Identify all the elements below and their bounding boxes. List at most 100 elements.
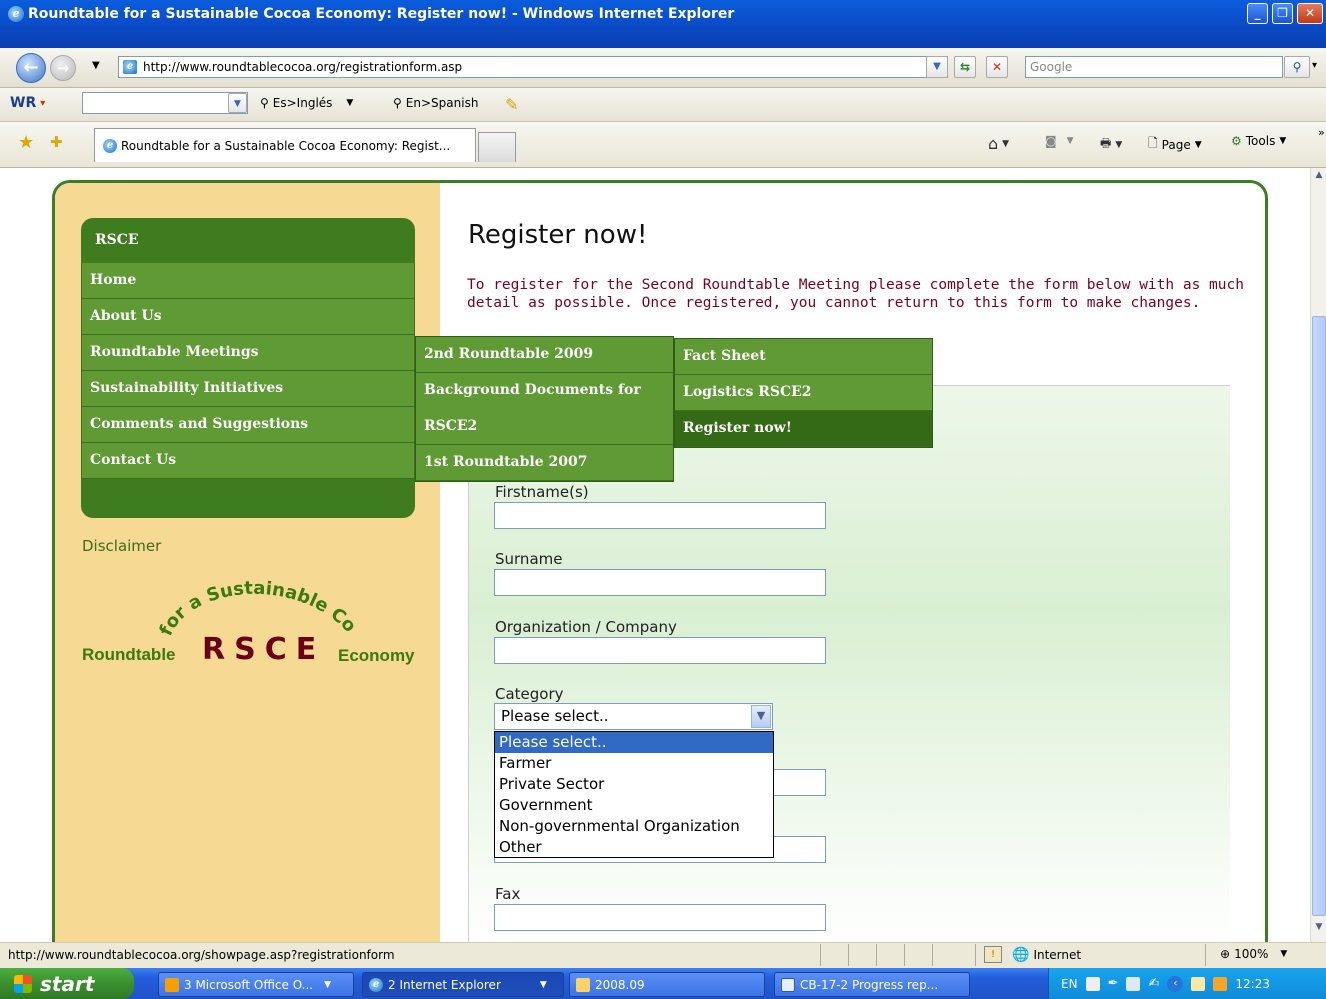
sidebar-item-about[interactable]: About Us	[81, 299, 415, 335]
organization-label: Organization / Company	[495, 618, 677, 636]
pen-icon[interactable]: ✒	[1108, 976, 1119, 991]
taskbar-button-office[interactable]: 3 Microsoft Office O... ▼	[158, 972, 354, 997]
start-button[interactable]: start	[0, 968, 134, 999]
status-divider	[1205, 944, 1206, 966]
page-icon: 🗋	[1148, 136, 1158, 150]
category-option[interactable]: Private Sector	[495, 774, 773, 795]
page-menu[interactable]: 🗋 Page ▼	[1148, 134, 1202, 155]
wr-menu[interactable]: WR ▾	[10, 95, 45, 111]
tablet-icon[interactable]	[1126, 976, 1141, 991]
es-ingles-label: Es>Inglés	[272, 96, 333, 110]
search-input[interactable]: Google	[1025, 56, 1283, 78]
category-option[interactable]: Other	[495, 837, 773, 858]
tab-active[interactable]: e Roundtable for a Sustainable Cocoa Eco…	[94, 128, 476, 162]
gear-icon: ⚙	[1231, 134, 1242, 148]
submenu-item-fact-sheet[interactable]: Fact Sheet	[675, 339, 932, 375]
submenu-item-background-docs[interactable]: Background Documents for	[416, 373, 673, 409]
taskbar-button-ie[interactable]: e 2 Internet Explorer ▼	[362, 972, 564, 997]
sidebar-item-comments[interactable]: Comments and Suggestions	[81, 407, 415, 443]
category-option[interactable]: Please select..	[495, 732, 773, 753]
maximize-button[interactable]: ❐	[1272, 3, 1293, 24]
print-button[interactable]: 🖶 ▼	[1100, 134, 1122, 155]
search-icon[interactable]: ⚲	[1284, 56, 1310, 78]
category-select[interactable]: Please select..	[494, 703, 773, 730]
wr-logo: WR	[10, 95, 37, 111]
category-option[interactable]: Non-governmental Organization	[495, 816, 773, 837]
vertical-scrollbar[interactable]: ▲ ▼	[1310, 168, 1326, 942]
organization-input[interactable]	[494, 637, 826, 664]
tools-menu[interactable]: ⚙ Tools ▼	[1231, 134, 1286, 148]
sidebar-item-contact[interactable]: Contact Us	[81, 443, 415, 479]
status-url: http://www.roundtablecocoa.org/showpage.…	[8, 948, 395, 962]
logo-rsce: RSCE	[202, 632, 326, 667]
submenu-item-rsce2[interactable]: RSCE2	[416, 409, 673, 445]
refresh-icon[interactable]: ⇆	[954, 56, 976, 78]
office-icon	[165, 977, 179, 992]
scroll-up-icon[interactable]: ▲	[1312, 170, 1326, 184]
language-indicator[interactable]: EN	[1061, 977, 1078, 991]
logo-arc-text: for a Sustainable Cocoa	[80, 565, 360, 639]
rss-icon: ◙	[1045, 134, 1057, 148]
word-icon	[781, 977, 795, 992]
category-option[interactable]: Government	[495, 795, 773, 816]
en-spanish-button[interactable]: ⚲ En>Spanish	[393, 96, 478, 110]
globe-icon: 🌐	[1012, 947, 1030, 963]
highlighter-icon[interactable]: ✎	[505, 95, 518, 114]
wr-combo-dropdown-icon[interactable]: ▼	[228, 93, 247, 113]
favorites-star-icon[interactable]: ★	[18, 132, 34, 153]
new-tab-button[interactable]	[478, 132, 516, 162]
submenu-item-1st-roundtable[interactable]: 1st Roundtable 2007	[416, 445, 673, 481]
firstname-input[interactable]	[494, 502, 826, 529]
taskbar-button-folder[interactable]: 2008.09	[569, 972, 765, 997]
title-bar: e Roundtable for a Sustainable Cocoa Eco…	[0, 0, 1326, 48]
taskbar-button-word[interactable]: CB-17-2 Progress rep...	[774, 972, 970, 997]
back-button[interactable]: ←	[16, 53, 46, 83]
page-icon: e	[123, 60, 137, 74]
wr-combo-input[interactable]	[82, 92, 248, 114]
sidebar-item-home[interactable]: Home	[81, 263, 415, 299]
disclaimer-link[interactable]: Disclaimer	[82, 537, 161, 555]
submenu-item-register[interactable]: Register now!	[675, 411, 932, 447]
chevron-down-icon[interactable]: ▼	[751, 705, 771, 728]
history-dropdown-icon[interactable]: ▼	[92, 60, 100, 71]
submenu-2nd-roundtable: Fact Sheet Logistics RSCE2 Register now!	[674, 338, 933, 448]
address-dropdown-icon[interactable]: ▼	[926, 56, 948, 78]
forward-button[interactable]: →	[50, 55, 76, 81]
chevron-left-icon[interactable]: ‹	[1167, 975, 1184, 992]
scrollbar-thumb[interactable]	[1312, 316, 1326, 916]
add-favorites-icon[interactable]: ✚	[50, 133, 63, 151]
menu-title: RSCE	[95, 232, 139, 248]
scroll-down-icon[interactable]: ▼	[1312, 922, 1326, 936]
submenu-item-2nd-roundtable[interactable]: 2nd Roundtable 2009	[416, 337, 673, 373]
writing-icon[interactable]: ✍	[1148, 976, 1159, 991]
zone-label: Internet	[1033, 948, 1082, 962]
fax-label: Fax	[495, 885, 521, 903]
mail-icon[interactable]	[1191, 976, 1206, 991]
es-ingles-button[interactable]: ⚲ Es>Inglés ▼	[260, 96, 353, 110]
address-bar[interactable]: e http://www.roundtablecocoa.org/registr…	[118, 56, 948, 78]
category-dropdown-list: Please select.. Farmer Private Sector Go…	[494, 731, 774, 858]
windows-flag-icon	[14, 974, 32, 993]
page-menu-label: Page	[1161, 137, 1191, 152]
popup-blocker-icon[interactable]: !	[984, 946, 1002, 963]
keyboard-icon[interactable]	[1085, 976, 1100, 991]
chevron-icon[interactable]: »	[1318, 126, 1325, 139]
close-window-button[interactable]: ✕	[1297, 3, 1323, 24]
zoom-control[interactable]: ⊕ 100% ▼	[1220, 947, 1287, 961]
category-label: Category	[495, 685, 564, 703]
stop-icon[interactable]: ✕	[986, 56, 1008, 78]
feeds-button[interactable]: ◙ ▼	[1045, 134, 1074, 148]
surname-input[interactable]	[494, 569, 826, 596]
intro-line-2: detail as possible. Once registered, you…	[467, 295, 1201, 311]
calendar-icon[interactable]	[1213, 976, 1228, 991]
minimize-button[interactable]: _	[1247, 3, 1268, 24]
sidebar-item-initiatives[interactable]: Sustainability Initiatives	[81, 371, 415, 407]
zoom-icon: ⊕	[1220, 947, 1231, 961]
category-option[interactable]: Farmer	[495, 753, 773, 774]
page-title: Register now!	[468, 220, 648, 250]
fax-input[interactable]	[494, 904, 826, 931]
home-button[interactable]: ⌂ ▼	[988, 134, 1009, 153]
sidebar-item-meetings[interactable]: Roundtable Meetings	[81, 335, 415, 371]
submenu-item-logistics[interactable]: Logistics RSCE2	[675, 375, 932, 411]
search-options-icon[interactable]: ▾	[1312, 60, 1317, 71]
